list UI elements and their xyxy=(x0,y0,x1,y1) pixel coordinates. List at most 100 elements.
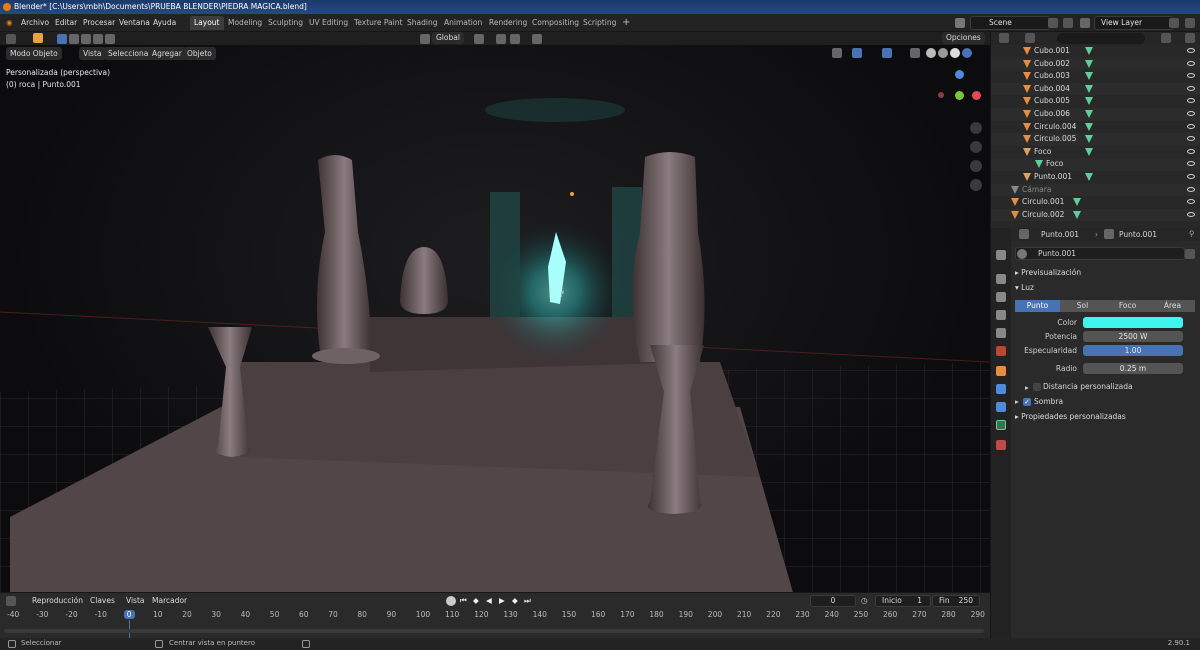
visibility-eye-icon[interactable] xyxy=(1187,111,1195,116)
datablock-selector[interactable]: Punto.001 xyxy=(1015,247,1185,260)
timeline-scrollbar[interactable] xyxy=(4,629,984,633)
prev-keyframe-icon[interactable]: ◆ xyxy=(473,596,479,605)
outliner[interactable]: Cubo.001 Cubo.002 Cubo.003 Cubo.004 Cubo.005… xyxy=(990,32,1200,228)
proportional-edit-icon[interactable] xyxy=(532,34,542,44)
object-data-icon[interactable] xyxy=(1085,59,1093,68)
light-type-selector[interactable]: Punto Sol Foco Área xyxy=(1015,300,1195,312)
specular-slider[interactable]: 1.00 xyxy=(1083,345,1183,356)
object-data-icon[interactable] xyxy=(1085,122,1093,131)
object-data-icon[interactable] xyxy=(1085,173,1093,181)
material-shading-icon[interactable] xyxy=(950,48,960,58)
output-tab-icon[interactable] xyxy=(996,292,1006,302)
tab-compositing[interactable]: Compositing xyxy=(528,16,583,30)
custom-distance-checkbox[interactable] xyxy=(1033,383,1041,391)
wireframe-shading-icon[interactable] xyxy=(926,48,936,58)
panel-custom-properties[interactable]: ▸ Propiedades personalizadas xyxy=(1015,412,1126,421)
tool-tab-icon[interactable] xyxy=(996,250,1006,260)
menu-vista[interactable]: Vista xyxy=(79,47,106,60)
object-data-icon[interactable] xyxy=(1073,210,1081,219)
gizmo-toggle-icon[interactable] xyxy=(852,48,862,58)
gizmo-x-axis-icon[interactable] xyxy=(972,91,981,100)
options-dropdown[interactable]: Opciones xyxy=(942,32,985,44)
select-subtract-icon[interactable] xyxy=(81,34,91,44)
radius-field[interactable]: 0.25 m xyxy=(1083,363,1183,374)
visibility-eye-icon[interactable] xyxy=(1187,161,1195,167)
object-data-icon[interactable] xyxy=(1085,135,1093,144)
object-data-icon[interactable] xyxy=(1085,47,1093,55)
outliner-editor-icon[interactable] xyxy=(999,33,1009,43)
add-workspace-icon[interactable]: + xyxy=(618,16,634,30)
snap-icon[interactable] xyxy=(496,34,506,44)
visibility-eye-icon[interactable] xyxy=(1187,211,1195,217)
pin-icon[interactable]: ⚲ xyxy=(1189,229,1195,238)
visibility-eye-icon[interactable] xyxy=(1187,73,1195,79)
outliner-row[interactable]: Circulo.004 xyxy=(991,121,1200,134)
play-reverse-icon[interactable]: ◀ xyxy=(486,596,492,605)
light-color-swatch[interactable] xyxy=(1083,317,1183,328)
zoom-icon[interactable] xyxy=(970,122,982,134)
visibility-eye-icon[interactable] xyxy=(1187,148,1195,154)
copy-scene-icon[interactable] xyxy=(1048,18,1058,28)
outliner-row[interactable]: Cubo.005 xyxy=(991,95,1200,108)
visibility-filter-icon[interactable] xyxy=(832,48,842,58)
panel-light[interactable]: ▾ Luz xyxy=(1015,283,1034,292)
object-data-icon[interactable] xyxy=(1085,147,1093,156)
outliner-row[interactable]: Cubo.001 xyxy=(991,45,1200,58)
light-type-punto[interactable]: Punto xyxy=(1015,300,1060,312)
visibility-eye-icon[interactable] xyxy=(1187,98,1195,104)
jump-start-icon[interactable]: ⏮ xyxy=(460,596,467,606)
outliner-row[interactable]: Circulo.002 xyxy=(991,208,1200,222)
tab-layout[interactable]: Layout xyxy=(190,16,224,30)
tab-uv-editing[interactable]: UV Editing xyxy=(305,16,352,30)
visibility-eye-icon[interactable] xyxy=(1187,123,1195,129)
outliner-row[interactable]: Cubo.004 xyxy=(991,82,1200,96)
gizmo-y-axis-icon[interactable] xyxy=(955,91,964,100)
gizmo-neg-x-icon[interactable] xyxy=(938,92,944,98)
visibility-eye-icon[interactable] xyxy=(1187,199,1195,205)
close-scene-icon[interactable] xyxy=(1063,18,1073,28)
tab-scripting[interactable]: Scripting xyxy=(579,16,620,30)
select-intersect-icon[interactable] xyxy=(105,34,115,44)
scene-icon[interactable] xyxy=(955,18,965,28)
outliner-search-input[interactable] xyxy=(1057,33,1145,44)
tab-shading[interactable]: Shading xyxy=(403,16,441,30)
menu-objeto[interactable]: Objeto xyxy=(183,47,216,60)
pan-hand-icon[interactable] xyxy=(970,141,982,153)
view-layer-icon[interactable] xyxy=(1080,18,1090,28)
record-icon[interactable] xyxy=(446,596,456,606)
tab-rendering[interactable]: Rendering xyxy=(485,16,531,30)
end-frame-field[interactable]: Fin 250 xyxy=(932,595,980,607)
mode-dropdown[interactable]: Modo Objeto xyxy=(6,47,62,60)
navigation-gizmo[interactable] xyxy=(936,70,986,130)
select-extend-icon[interactable] xyxy=(69,34,79,44)
outliner-row[interactable]: Circulo.001 xyxy=(991,196,1200,209)
menu-agregar[interactable]: Agregar xyxy=(148,47,186,60)
filter-icon[interactable] xyxy=(1161,33,1171,43)
camera-view-icon[interactable] xyxy=(970,160,982,172)
display-mode-icon[interactable] xyxy=(1025,33,1035,43)
scene-selector[interactable]: Scene xyxy=(970,16,1050,30)
next-keyframe-icon[interactable]: ◆ xyxy=(512,596,518,605)
close-view-layer-icon[interactable] xyxy=(1185,18,1195,28)
select-invert-icon[interactable] xyxy=(93,34,103,44)
object-data-icon[interactable] xyxy=(1073,198,1081,207)
timeline-editor-icon[interactable] xyxy=(6,596,16,606)
outliner-row[interactable]: Foco xyxy=(991,158,1200,171)
snap-target-icon[interactable] xyxy=(510,34,520,44)
menu-ventana[interactable]: Ventana xyxy=(119,17,150,29)
outliner-row[interactable]: Circulo.005 xyxy=(991,133,1200,146)
visibility-eye-icon[interactable] xyxy=(1187,85,1195,91)
outliner-row[interactable]: Punto.001 xyxy=(991,171,1200,184)
shadow-checkbox[interactable]: ✓ xyxy=(1023,398,1031,406)
scene-tab-icon[interactable] xyxy=(996,328,1006,338)
object-data-icon[interactable] xyxy=(1085,110,1093,118)
start-frame-field[interactable]: Inicio 1 xyxy=(875,595,931,607)
pivot-point-icon[interactable] xyxy=(474,34,484,44)
tab-animation[interactable]: Animation xyxy=(440,16,486,30)
rendered-shading-icon[interactable] xyxy=(962,48,972,58)
panel-preview[interactable]: ▸ Previsualización xyxy=(1015,268,1081,277)
light-type-foco[interactable]: Foco xyxy=(1105,300,1150,312)
3d-viewport[interactable]: Global Opciones Modo Objeto Vista Selecc… xyxy=(0,32,990,592)
menu-ayuda[interactable]: Ayuda xyxy=(153,17,176,29)
visibility-eye-icon[interactable] xyxy=(1187,174,1195,179)
